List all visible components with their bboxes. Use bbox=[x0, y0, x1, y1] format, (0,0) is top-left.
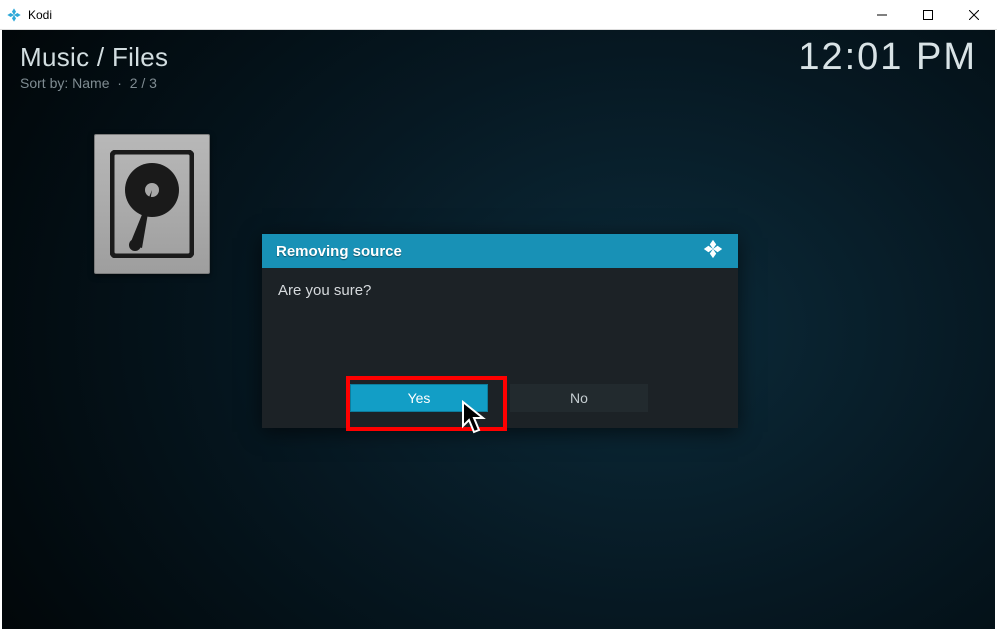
dialog-message: Are you sure? bbox=[262, 268, 738, 384]
no-button[interactable]: No bbox=[510, 384, 648, 412]
dialog-buttons: Yes No bbox=[262, 384, 738, 428]
window-titlebar: Kodi bbox=[0, 0, 997, 30]
position-label: 2 / 3 bbox=[130, 75, 157, 91]
dialog-header: Removing source bbox=[262, 234, 738, 268]
breadcrumb: Music / Files bbox=[20, 42, 168, 73]
hdd-icon bbox=[110, 150, 194, 258]
minimize-button[interactable] bbox=[859, 0, 905, 30]
confirm-dialog: Removing source Are you sure? Yes No bbox=[262, 234, 738, 428]
maximize-button[interactable] bbox=[905, 0, 951, 30]
breadcrumb-area: Music / Files Sort by: Name · 2 / 3 bbox=[20, 42, 168, 91]
kodi-app-icon bbox=[6, 7, 22, 23]
clock: 12:01 PM bbox=[798, 36, 977, 79]
close-button[interactable] bbox=[951, 0, 997, 30]
window-controls bbox=[859, 0, 997, 30]
window-title: Kodi bbox=[28, 8, 52, 22]
kodi-logo-icon bbox=[702, 238, 724, 265]
hdd-item[interactable] bbox=[94, 134, 210, 274]
sort-label[interactable]: Sort by: Name bbox=[20, 75, 109, 91]
yes-button[interactable]: Yes bbox=[350, 384, 488, 412]
sort-meta: Sort by: Name · 2 / 3 bbox=[20, 75, 168, 91]
dialog-title: Removing source bbox=[276, 243, 402, 260]
kodi-main: Music / Files Sort by: Name · 2 / 3 12:0… bbox=[2, 30, 995, 629]
